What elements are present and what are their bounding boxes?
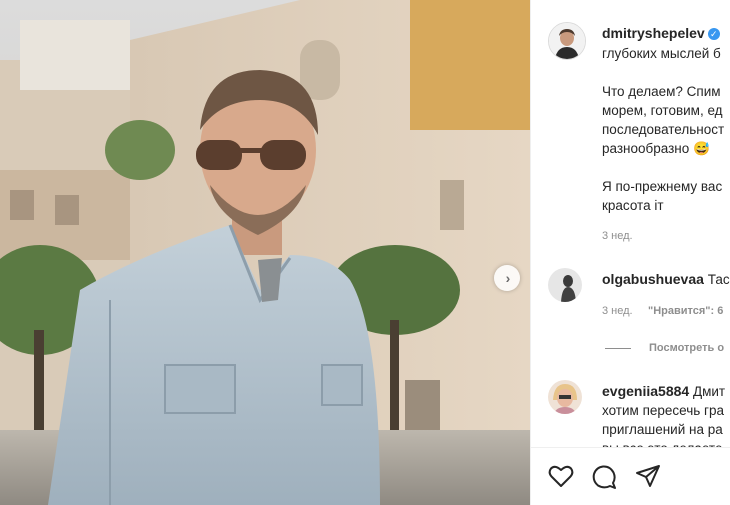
comment-body: Дмит bbox=[692, 384, 726, 399]
comment-line: приглашений на ра bbox=[602, 422, 723, 437]
heart-icon[interactable] bbox=[548, 464, 574, 493]
caption-line: Я по-прежнему вас bbox=[602, 179, 723, 194]
caption-line: Что делаем? Спим bbox=[602, 84, 721, 99]
comment-username[interactable]: olgabushuevaa bbox=[602, 271, 704, 287]
avatar[interactable] bbox=[548, 268, 582, 302]
comment-time[interactable]: 3 нед. bbox=[602, 305, 633, 317]
caption-time[interactable]: 3 нед. bbox=[602, 230, 633, 242]
photo-illustration bbox=[0, 0, 530, 505]
replies-line bbox=[605, 348, 631, 349]
view-replies-link[interactable]: Посмотреть о bbox=[649, 342, 724, 354]
comment-text: evgeniia5884 Дмит bbox=[602, 382, 725, 401]
post-photo[interactable]: › bbox=[0, 0, 530, 505]
avatar-image bbox=[548, 268, 582, 302]
comment-username[interactable]: evgeniia5884 bbox=[602, 383, 689, 399]
comment-body: Тас bbox=[707, 272, 730, 287]
caption-line: разнообразно 😅 bbox=[602, 141, 710, 156]
avatar[interactable] bbox=[548, 22, 586, 60]
comment-text: olgabushuevaa Тас bbox=[602, 270, 730, 289]
actions-bar bbox=[531, 447, 730, 505]
post-side-panel: dmitryshepelev ✓ глубоких мыслей б Что де… bbox=[531, 0, 730, 505]
caption-line: последовательност bbox=[602, 122, 725, 137]
comment-line: хотим пересечь гра bbox=[602, 403, 724, 418]
comment-icon[interactable] bbox=[591, 464, 617, 495]
caption-header: dmitryshepelev ✓ bbox=[602, 24, 720, 43]
caption-line: глубоких мыслей б bbox=[602, 46, 721, 61]
chevron-right-icon: › bbox=[505, 270, 511, 286]
comment-likes[interactable]: "Нравится": 6 bbox=[648, 305, 723, 317]
caption-line: морем, готовим, ед bbox=[602, 103, 723, 118]
avatar-image bbox=[549, 23, 585, 59]
avatar[interactable] bbox=[548, 380, 582, 414]
paper-plane-icon[interactable] bbox=[635, 464, 661, 493]
author-username[interactable]: dmitryshepelev bbox=[602, 25, 705, 41]
verified-badge-icon: ✓ bbox=[707, 28, 720, 40]
caption-line: красота іт bbox=[602, 198, 664, 213]
next-slide-button[interactable]: › bbox=[494, 265, 520, 291]
avatar-image bbox=[548, 380, 582, 414]
